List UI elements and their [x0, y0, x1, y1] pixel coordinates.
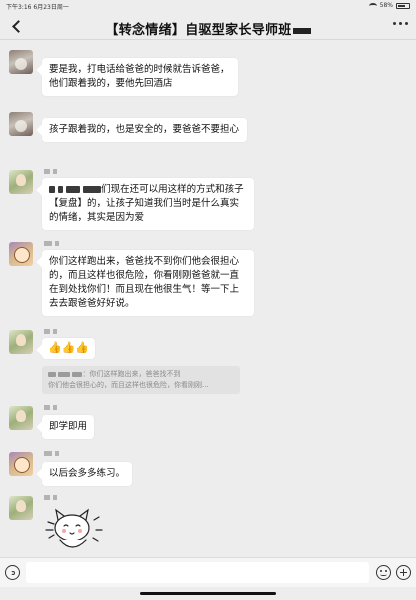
avatar[interactable]	[9, 452, 33, 476]
message-text: 你们这样跑出来，爸爸找不到你们他会很担心的，而且这样也很危险，你看刚刚爸爸就一直…	[49, 256, 240, 309]
message-row: 👍👍👍	[0, 328, 416, 364]
avatar[interactable]	[9, 330, 33, 354]
redacted-block	[55, 451, 59, 456]
avatar[interactable]	[9, 496, 33, 520]
redacted-block	[53, 405, 57, 410]
redacted-block	[44, 495, 50, 500]
quote-text: 你们他会很担心的，而且这样也很危险，你看刚刚...	[48, 381, 209, 389]
redacted-block	[53, 169, 57, 174]
emoji-button[interactable]	[376, 565, 391, 580]
message-text: 以后会多多练习。	[49, 468, 126, 479]
sender-name	[44, 404, 57, 411]
sender-name	[44, 328, 57, 335]
redacted-block	[292, 27, 311, 34]
battery-percent: 58%	[379, 2, 393, 9]
redacted-block	[44, 405, 50, 410]
message-bubble[interactable]: 你们这样跑出来，爸爸找不到你们他会很担心的，而且这样也很危险，你看刚刚爸爸就一直…	[42, 250, 254, 316]
sender-name	[44, 168, 57, 175]
quote-line: 你们他会很担心的，而且这样也很危险，你看刚刚...	[48, 380, 234, 391]
wifi-icon	[368, 2, 377, 9]
redacted-block	[48, 371, 56, 377]
input-bar	[0, 557, 416, 587]
quote-line: ：你们这样跑出来，爸爸找不到	[48, 369, 234, 380]
redacted-block	[58, 186, 64, 193]
sender-name	[44, 240, 59, 247]
avatar[interactable]	[9, 242, 33, 266]
redacted-block	[72, 371, 83, 377]
redacted-block	[58, 371, 71, 377]
message-bubble[interactable]: 们现在还可以用这样的方式和孩子【复盘】的，让孩子知道我们当时是什么真实的情绪，其…	[42, 178, 254, 230]
more-dot-icon	[405, 22, 408, 25]
status-bar: 下午3:16 6月23日周一 58%	[0, 0, 416, 12]
message-bubble[interactable]: 要是我，打电话给爸爸的时候就告诉爸爸，他们跟着我的，要他先回酒店	[42, 58, 238, 96]
chat-title: 【转念情绪】自驱型家长导师班	[0, 19, 416, 38]
more-dot-icon	[399, 22, 402, 25]
message-row: 你们这样跑出来，爸爸找不到你们他会很担心的，而且这样也很危险，你看刚刚爸爸就一直…	[0, 240, 416, 320]
redacted-block	[66, 186, 81, 193]
message-row	[0, 494, 416, 556]
avatar[interactable]	[9, 406, 33, 430]
message-row: 们现在还可以用这样的方式和孩子【复盘】的，让孩子知道我们当时是什么真实的情绪，其…	[0, 168, 416, 230]
cartoon-cat-sticker[interactable]	[40, 502, 106, 560]
redacted-block	[53, 495, 57, 500]
thumbs-up-emoji: 👍👍👍	[48, 341, 90, 354]
more-dot-icon	[393, 22, 396, 25]
smile-icon	[380, 573, 387, 576]
status-time-date: 下午3:16 6月23日周一	[6, 4, 69, 11]
status-right: 58%	[368, 2, 410, 9]
plus-button[interactable]	[396, 565, 411, 580]
voice-button[interactable]	[5, 565, 20, 580]
voice-icon	[10, 570, 15, 575]
message-input[interactable]	[26, 562, 369, 583]
chat-title-text: 【转念情绪】自驱型家长导师班	[105, 23, 292, 38]
redacted-block	[53, 329, 57, 334]
redacted-block	[44, 451, 52, 456]
message-text: 即学即用	[49, 421, 88, 432]
more-button[interactable]	[393, 22, 408, 25]
avatar[interactable]	[9, 112, 33, 136]
redacted-block	[44, 241, 52, 246]
sender-name	[44, 494, 57, 501]
avatar[interactable]	[9, 50, 33, 74]
quote-text: ：你们这样跑出来，爸爸找不到	[82, 370, 181, 378]
chat-header: 【转念情绪】自驱型家长导师班	[0, 12, 416, 40]
message-bubble[interactable]: 即学即用	[42, 415, 95, 439]
quoted-message[interactable]: ：你们这样跑出来，爸爸找不到 你们他会很担心的，而且这样也很危险，你看刚刚...	[42, 366, 240, 394]
message-text: 孩子跟着我的，也是安全的，要爸爸不要担心	[49, 124, 240, 135]
redacted-block	[83, 186, 102, 193]
redacted-block	[55, 241, 59, 246]
battery-icon	[396, 2, 410, 9]
redacted-block	[49, 186, 55, 193]
message-row: 孩子跟着我的，也是安全的，要爸爸不要担心	[0, 112, 416, 156]
message-row: 以后会多多练习。	[0, 450, 416, 486]
message-text: 要是我，打电话给爸爸的时候就告诉爸爸，他们跟着我的，要他先回酒店	[49, 64, 230, 89]
message-bubble[interactable]: 以后会多多练习。	[42, 462, 133, 486]
redacted-block	[44, 329, 50, 334]
home-indicator[interactable]	[140, 592, 276, 595]
message-bubble[interactable]: 👍👍👍	[42, 338, 96, 359]
sender-name	[44, 450, 59, 457]
avatar[interactable]	[9, 170, 33, 194]
redacted-block	[44, 169, 50, 174]
message-bubble[interactable]: 孩子跟着我的，也是安全的，要爸爸不要担心	[42, 118, 247, 142]
message-row: 要是我，打电话给爸爸的时候就告诉爸爸，他们跟着我的，要他先回酒店	[0, 50, 416, 96]
message-row: 即学即用	[0, 404, 416, 440]
